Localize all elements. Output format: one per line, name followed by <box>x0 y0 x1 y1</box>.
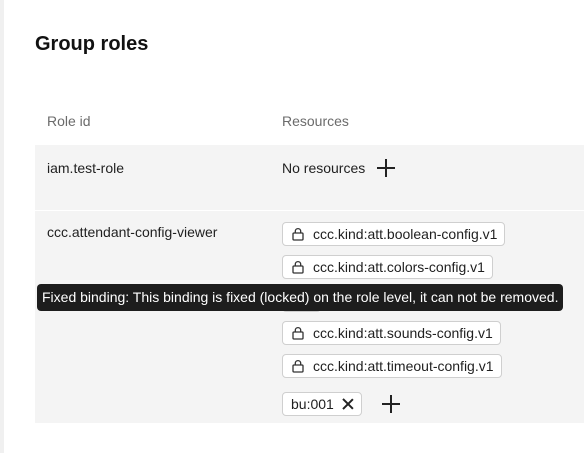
locked-resource-chip[interactable]: ccc.kind:att.timeout-config.v1 <box>282 354 502 378</box>
add-resource-icon[interactable] <box>377 159 396 177</box>
removable-resource-chip: bu:001 <box>282 391 362 416</box>
table-header: Role id Resources <box>35 102 584 145</box>
resource-label: ccc.kind:att.boolean-config.v1 <box>313 226 498 242</box>
resource-label: ccc.kind:att.colors-config.v1 <box>313 259 485 275</box>
page-title: Group roles <box>35 33 149 55</box>
column-header-role-id: Role id <box>47 113 91 129</box>
locked-resource-chip[interactable]: ccc.kind:att.sounds-config.v1 <box>282 321 501 345</box>
table-row: ccc.attendant-config-viewer ccc.kind:att… <box>35 211 584 423</box>
add-resource-icon[interactable] <box>381 394 400 413</box>
resource-label: ccc.kind:att.timeout-config.v1 <box>313 358 494 374</box>
resource-label: ccc.kind:att.sounds-config.v1 <box>313 325 493 341</box>
locked-resource-chip[interactable]: ccc.kind:att.boolean-config.v1 <box>282 222 506 246</box>
resources-cell: No resources <box>282 159 396 177</box>
resource-label: bu:001 <box>291 395 334 412</box>
remove-resource-icon[interactable] <box>342 398 354 410</box>
locked-resource-chip[interactable]: ccc.kind:att.colors-config.v1 <box>282 255 493 279</box>
lock-icon <box>292 327 304 340</box>
role-id-cell: ccc.attendant-config-viewer <box>47 224 218 240</box>
lock-icon <box>292 261 304 274</box>
table-row: iam.test-role No resources <box>35 145 584 210</box>
left-panel-border <box>0 0 4 453</box>
lock-icon <box>292 360 304 373</box>
resources-cell: ccc.kind:att.boolean-config.v1 ccc.kind:… <box>282 222 506 420</box>
group-roles-table: Role id Resources iam.test-role No resou… <box>35 102 584 423</box>
fixed-binding-tooltip: Fixed binding: This binding is fixed (lo… <box>37 284 563 311</box>
lock-icon <box>292 228 304 241</box>
role-id-cell: iam.test-role <box>47 160 125 176</box>
column-header-resources: Resources <box>282 113 349 129</box>
no-resources-label: No resources <box>282 160 366 176</box>
